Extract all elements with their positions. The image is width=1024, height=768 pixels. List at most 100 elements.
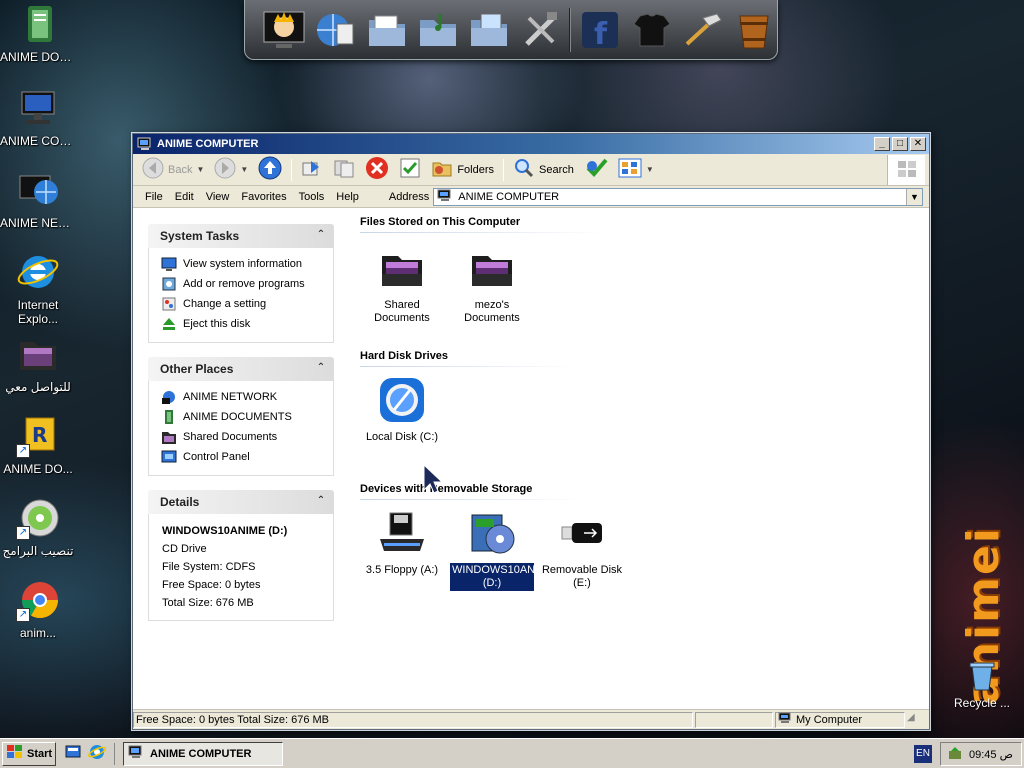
taskbar: Start ANIME COMPUTER EN 09:45 ص <box>0 738 1024 768</box>
computer-icon <box>437 189 453 205</box>
local-disk-c-item[interactable]: Local Disk (C:) <box>357 376 447 445</box>
menu-edit[interactable]: Edit <box>171 191 202 203</box>
safely-remove-hardware-icon[interactable] <box>947 745 963 764</box>
shared-documents-link[interactable]: Shared Documents <box>161 427 333 447</box>
collapse-chevron-icon[interactable]: ⌃ <box>314 494 328 508</box>
maximize-button[interactable]: □ <box>892 137 908 151</box>
move-to-button[interactable] <box>298 156 326 184</box>
desktop-icon-chrome-shortcut[interactable]: ↗ anim... <box>0 578 76 640</box>
tools-icon[interactable] <box>518 7 563 53</box>
shared-folder-icon <box>161 429 177 445</box>
desktop-icon-anime-network[interactable]: ANIME NETWO... <box>0 168 76 230</box>
tshirt-icon[interactable] <box>629 7 674 53</box>
add-remove-programs-link[interactable]: Add or remove programs <box>161 274 333 294</box>
desktop-icon-anime-computer[interactable]: ANIME COMPUT... <box>0 86 76 148</box>
anime-documents-link[interactable]: ANIME DOCUMENTS <box>161 407 333 427</box>
copy-to-button[interactable] <box>330 156 358 184</box>
documents-folder-icon[interactable] <box>364 7 409 53</box>
desktop-icon-label: ANIME DOCUMEN... <box>0 50 76 64</box>
floppy-a-item[interactable]: 3.5 Floppy (A:) <box>357 509 447 578</box>
delete-button[interactable] <box>362 156 392 184</box>
documents-icon <box>161 409 177 425</box>
dark-folder-icon <box>378 244 426 292</box>
language-indicator[interactable]: EN <box>914 745 932 763</box>
group-header-hard-disk-drives: Hard Disk Drives <box>360 350 575 367</box>
recycle-bin-icon <box>966 660 998 692</box>
clock[interactable]: 09:45 ص <box>969 748 1013 761</box>
address-label: Address <box>388 190 430 203</box>
desktop-icon-anime-do-shortcut[interactable]: R ↗ ANIME DO... <box>0 414 76 476</box>
desktop-icon-label: ANIME NETWO... <box>0 216 76 230</box>
minimize-button[interactable]: _ <box>874 137 890 151</box>
views-button[interactable]: ▼ <box>615 156 657 184</box>
close-button[interactable]: ✕ <box>910 137 926 151</box>
folders-button[interactable]: Folders <box>428 156 497 184</box>
top-dock: f <box>244 0 778 60</box>
taskbar-window-anime-computer[interactable]: ANIME COMPUTER <box>123 741 283 766</box>
pictures-folder-icon[interactable] <box>467 7 512 53</box>
desktop-icon-anime-documents[interactable]: ANIME DOCUMEN... <box>0 2 76 64</box>
computer-icon <box>16 86 60 130</box>
up-button[interactable] <box>255 156 285 184</box>
desktop-icon-install-programs[interactable]: ↗ تنصيب البرامج <box>0 496 76 558</box>
desktop-icon-label: ANIME COMPUT... <box>0 134 76 148</box>
window-titlebar[interactable]: ANIME COMPUTER _ □ ✕ <box>133 134 929 154</box>
folders-icon <box>431 157 453 182</box>
address-bar[interactable]: ANIME COMPUTER ▼ <box>433 187 923 206</box>
mouse-cursor-icon <box>423 463 444 497</box>
forward-dropdown-icon[interactable]: ▼ <box>240 165 248 174</box>
views-dropdown-icon[interactable]: ▼ <box>646 165 654 174</box>
mezos-documents-item[interactable]: mezo's Documents <box>447 244 537 326</box>
system-tasks-header[interactable]: System Tasks ⌃ <box>148 224 334 248</box>
anime-network-link[interactable]: ANIME NETWORK <box>161 387 333 407</box>
other-places-header[interactable]: Other Places ⌃ <box>148 357 334 381</box>
naruto-avatar-icon[interactable] <box>261 7 306 53</box>
svg-text:R: R <box>32 423 47 447</box>
back-dropdown-icon[interactable]: ▼ <box>196 165 204 174</box>
properties-button[interactable] <box>396 156 424 184</box>
bucket-icon[interactable] <box>732 7 777 53</box>
status-free-space: Free Space: 0 bytes Total Size: 676 MB <box>133 711 693 728</box>
cd-drive-d-item[interactable]: WINDOWS10ANIME (D:) <box>447 509 555 592</box>
views-icon <box>618 158 642 181</box>
forward-button[interactable]: ▼ <box>211 156 251 184</box>
windows-logo-icon <box>896 159 918 182</box>
desktop-icon-contact-folder[interactable]: للتواصل معي <box>0 332 76 394</box>
desktop-icon-recycle-bin[interactable]: Recycle ... <box>940 660 1024 710</box>
panel-title: Details <box>160 495 200 509</box>
internet-explorer-icon[interactable] <box>87 743 107 764</box>
control-panel-icon <box>161 296 177 312</box>
usb-drive-icon <box>558 509 606 557</box>
collapse-chevron-icon[interactable]: ⌃ <box>314 228 328 242</box>
removable-disk-e-item[interactable]: Removable Disk (E:) <box>537 509 627 591</box>
desktop-icon-label: Recycle ... <box>953 696 1010 710</box>
status-bar: Free Space: 0 bytes Total Size: 676 MB M… <box>133 709 929 729</box>
desktop-icon-internet-explorer[interactable]: Internet Explo... <box>0 250 76 326</box>
facebook-icon[interactable]: f <box>577 7 622 53</box>
start-label: Start <box>27 747 53 760</box>
view-system-info-link[interactable]: View system information <box>161 254 333 274</box>
start-button[interactable]: Start <box>2 741 56 766</box>
address-dropdown-button[interactable]: ▼ <box>906 188 922 205</box>
collapse-chevron-icon[interactable]: ⌃ <box>314 361 328 375</box>
menu-help[interactable]: Help <box>332 191 367 203</box>
details-header[interactable]: Details ⌃ <box>148 490 334 514</box>
eject-disk-link[interactable]: Eject this disk <box>161 314 333 334</box>
change-setting-link[interactable]: Change a setting <box>161 294 333 314</box>
menu-tools[interactable]: Tools <box>295 191 333 203</box>
globe-icon[interactable] <box>312 7 357 53</box>
menu-view[interactable]: View <box>202 191 238 203</box>
address-value: ANIME COMPUTER <box>458 190 560 203</box>
shared-documents-item[interactable]: Shared Documents <box>357 244 447 326</box>
control-panel-link[interactable]: Control Panel <box>161 447 333 467</box>
search-button[interactable]: Search <box>510 156 577 184</box>
show-desktop-icon[interactable] <box>64 743 82 764</box>
toolbar-separator <box>291 158 293 181</box>
menu-favorites[interactable]: Favorites <box>237 191 294 203</box>
resize-grip-icon[interactable]: ◢ <box>907 712 923 728</box>
hammer-icon[interactable] <box>680 7 725 53</box>
music-folder-icon[interactable] <box>415 7 460 53</box>
back-button[interactable]: Back ▼ <box>139 156 207 184</box>
sync-button[interactable] <box>581 156 611 184</box>
menu-file[interactable]: File <box>141 191 171 203</box>
